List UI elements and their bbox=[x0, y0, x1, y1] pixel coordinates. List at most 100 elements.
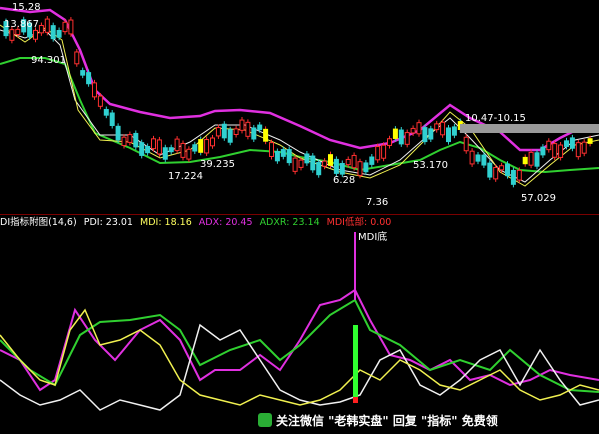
candle bbox=[192, 144, 198, 152]
candle bbox=[97, 95, 103, 107]
mdi-line bbox=[0, 308, 599, 406]
candle bbox=[416, 122, 422, 135]
candle bbox=[103, 108, 109, 116]
candle bbox=[145, 145, 151, 154]
candle bbox=[569, 137, 575, 149]
indicator-name: DI指标附图(14,6) bbox=[0, 217, 77, 228]
signal-candle bbox=[328, 154, 333, 166]
candle bbox=[210, 137, 215, 147]
candle bbox=[251, 127, 257, 140]
candle bbox=[156, 139, 162, 155]
candle bbox=[481, 154, 487, 166]
price-label-low-mid5: 53.170 bbox=[413, 160, 448, 171]
signal-candle bbox=[522, 156, 528, 165]
candle bbox=[446, 127, 451, 143]
candle bbox=[398, 129, 404, 145]
indicator-adx: ADX: 20.45 bbox=[198, 217, 253, 228]
price-range-label: 10.47-10.15 bbox=[465, 113, 526, 124]
candle bbox=[428, 128, 434, 140]
price-label-low-right: 57.029 bbox=[521, 193, 556, 204]
candle bbox=[351, 154, 357, 169]
adx-line bbox=[0, 288, 599, 392]
candle bbox=[564, 140, 569, 147]
candle bbox=[475, 154, 481, 162]
candle bbox=[410, 127, 416, 134]
candle bbox=[440, 121, 446, 136]
indicator-adxr: ADXR: 23.14 bbox=[259, 217, 320, 228]
candle bbox=[139, 142, 145, 156]
candle bbox=[422, 127, 428, 143]
candle bbox=[180, 142, 186, 158]
candle bbox=[552, 143, 558, 158]
candle bbox=[487, 162, 493, 178]
candle bbox=[168, 147, 174, 153]
panel-divider bbox=[0, 214, 599, 215]
candle bbox=[186, 148, 192, 160]
indicator-mdi-bottom: MDI低部: 0.00 bbox=[326, 217, 392, 228]
candle bbox=[62, 21, 68, 33]
candle bbox=[56, 30, 62, 38]
price-label-low-left: 94.301 bbox=[31, 55, 66, 66]
candle bbox=[50, 25, 56, 40]
candle bbox=[345, 158, 351, 166]
candle bbox=[534, 152, 540, 167]
candle bbox=[38, 25, 44, 34]
footer-text: 关注微信 "老韩实盘" 回复 "指标" 免费领 bbox=[276, 414, 498, 428]
candle bbox=[33, 29, 38, 40]
candle bbox=[74, 51, 80, 65]
wechat-icon bbox=[258, 413, 272, 427]
candle bbox=[9, 29, 15, 41]
candle bbox=[469, 150, 475, 165]
signal-candle bbox=[392, 128, 398, 139]
candle bbox=[381, 144, 387, 159]
candle bbox=[540, 146, 546, 156]
price-label-low-mid3: 6.28 bbox=[333, 175, 356, 186]
candle bbox=[127, 134, 133, 143]
candle bbox=[44, 18, 50, 33]
candle bbox=[304, 153, 310, 164]
candle bbox=[558, 144, 564, 158]
price-range-band bbox=[460, 124, 599, 133]
candle bbox=[92, 82, 97, 98]
candle bbox=[333, 158, 339, 174]
indicator-pdi: PDI: 23.01 bbox=[83, 217, 133, 228]
signal-bar-base bbox=[353, 397, 358, 403]
candle bbox=[280, 149, 286, 157]
candle bbox=[68, 19, 74, 35]
candle bbox=[310, 155, 316, 171]
candle bbox=[510, 169, 516, 185]
pdi-line bbox=[0, 323, 599, 411]
price-label-top: 15.28 bbox=[12, 2, 41, 13]
candle bbox=[227, 129, 233, 143]
candle bbox=[375, 146, 381, 161]
candle bbox=[575, 142, 581, 158]
candle bbox=[316, 162, 322, 176]
candle bbox=[239, 119, 245, 131]
candle bbox=[204, 139, 210, 154]
signal-bar bbox=[353, 325, 358, 403]
candle bbox=[151, 138, 156, 150]
price-label-low-mid1: 39.235 bbox=[200, 159, 235, 170]
price-label-low-mid4: 7.36 bbox=[366, 197, 389, 208]
candle bbox=[581, 141, 587, 154]
candle bbox=[363, 162, 369, 173]
signal-candle bbox=[198, 139, 204, 153]
candle bbox=[463, 136, 469, 152]
candle bbox=[162, 147, 168, 160]
candle bbox=[499, 165, 505, 171]
price-label-low-mid2: 17.224 bbox=[168, 171, 203, 182]
candle bbox=[528, 151, 534, 166]
indicator-legend: DI指标附图(14,6) PDI: 23.01 MDI: 18.16 ADX: … bbox=[0, 217, 395, 229]
candle bbox=[174, 138, 180, 152]
watermark-footer: 关注微信 "老韩实盘" 回复 "指标" 免费领 bbox=[258, 412, 498, 429]
candle bbox=[322, 160, 328, 167]
candle bbox=[245, 121, 251, 137]
indicator-mdi: MDI: 18.16 bbox=[140, 217, 192, 228]
candle bbox=[298, 159, 304, 168]
candle bbox=[292, 157, 298, 172]
candle bbox=[274, 151, 280, 162]
candle bbox=[269, 142, 274, 157]
signal-candle bbox=[263, 128, 269, 142]
candle bbox=[546, 140, 552, 151]
candle bbox=[451, 126, 457, 136]
